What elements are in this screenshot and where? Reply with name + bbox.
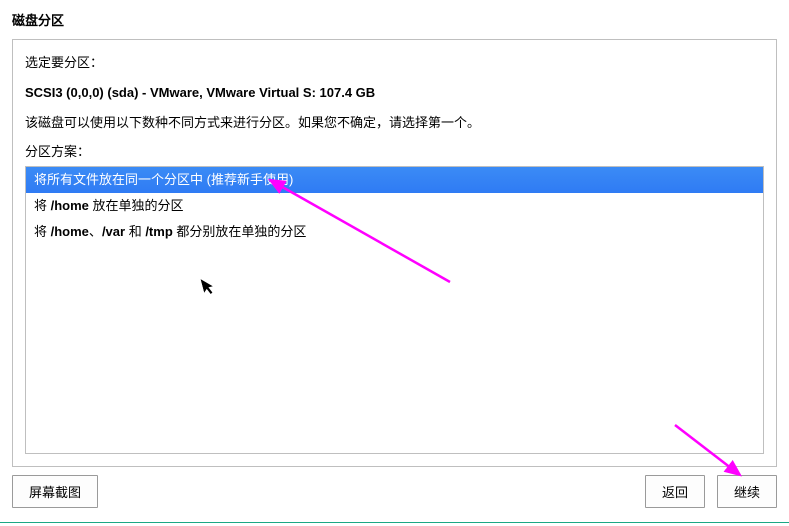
scheme-option-all-in-one[interactable]: 将所有文件放在同一个分区中 (推荐新手使用) (26, 167, 763, 193)
description-text: 该磁盘可以使用以下数种不同方式来进行分区。如果您不确定，请选择第一个。 (25, 112, 764, 131)
scheme-label: 分区方案： (25, 141, 764, 160)
continue-button[interactable]: 继续 (717, 475, 777, 508)
path-var: /var (102, 224, 125, 239)
disk-identifier: SCSI3 (0,0,0) (sda) - VMware, VMware Vir… (25, 85, 764, 100)
option-label-sep: 和 (125, 224, 145, 239)
page-title: 磁盘分区 (12, 10, 777, 29)
option-label-pre: 将 (34, 198, 51, 213)
bottom-toolbar: 屏幕截图 返回 继续 (12, 475, 777, 508)
path-home: /home (51, 198, 89, 213)
partition-scheme-listbox[interactable]: 将所有文件放在同一个分区中 (推荐新手使用) 将 /home 放在单独的分区 将… (25, 166, 764, 454)
option-label-sep: 、 (89, 224, 102, 239)
option-label-post: 放在单独的分区 (89, 198, 184, 213)
option-label-pre: 将 (34, 224, 51, 239)
scheme-option-separate-home[interactable]: 将 /home 放在单独的分区 (26, 193, 763, 219)
option-label: 将所有文件放在同一个分区中 (推荐新手使用) (34, 172, 293, 187)
back-button[interactable]: 返回 (645, 475, 705, 508)
path-home: /home (51, 224, 89, 239)
intro-text: 选定要分区： (25, 52, 764, 71)
window-bottom-border (0, 522, 789, 523)
screenshot-button[interactable]: 屏幕截图 (12, 475, 98, 508)
main-panel: 选定要分区： SCSI3 (0,0,0) (sda) - VMware, VMw… (12, 39, 777, 467)
path-tmp: /tmp (145, 224, 172, 239)
option-label-post: 都分别放在单独的分区 (173, 224, 307, 239)
scheme-option-separate-home-var-tmp[interactable]: 将 /home、/var 和 /tmp 都分别放在单独的分区 (26, 219, 763, 245)
